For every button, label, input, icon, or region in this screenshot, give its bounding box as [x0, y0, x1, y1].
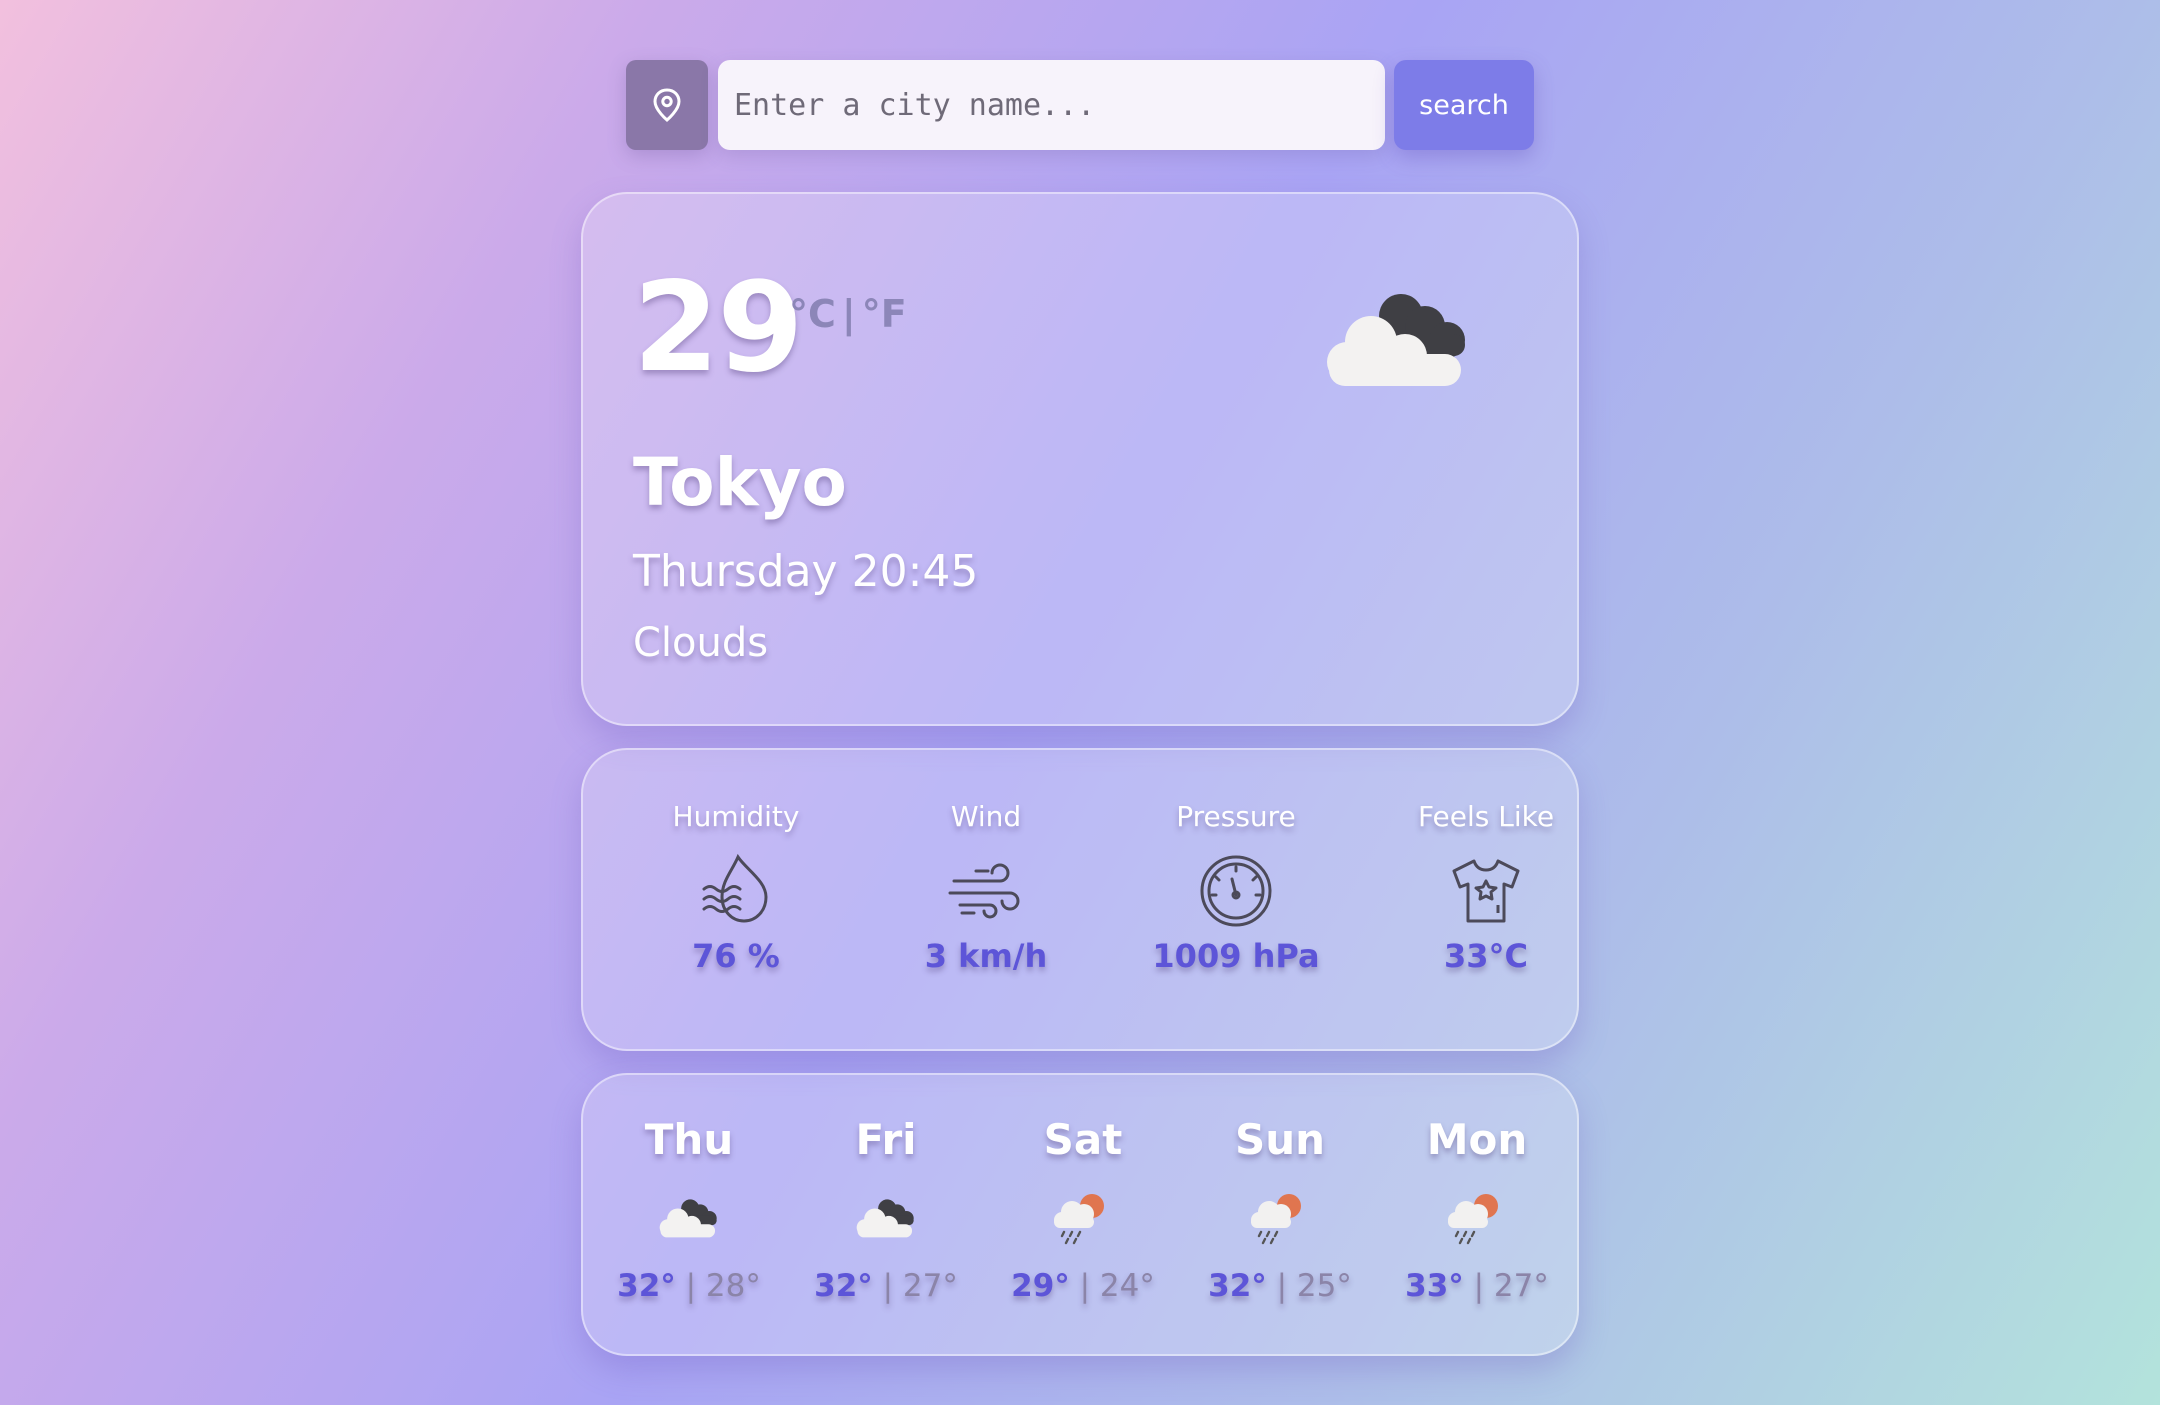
search-bar: search [626, 60, 1534, 150]
forecast-temps: 33° | 27° [1387, 1268, 1567, 1304]
forecast-day: Thu 32° | 28° [599, 1115, 779, 1304]
search-button[interactable]: search [1394, 60, 1534, 150]
wind-value: 3 km/h [924, 937, 1048, 975]
forecast-day: Sat 29° | 24° [993, 1115, 1173, 1304]
forecast-separator: | [1069, 1268, 1100, 1304]
clouds-icon [1323, 284, 1473, 394]
forecast-temps: 32° | 27° [796, 1268, 976, 1304]
feels-like-stat: Feels Like 33°C [1361, 800, 1611, 975]
clouds-icon [659, 1199, 717, 1238]
forecast-high: 32° [1208, 1268, 1267, 1304]
forecast-low: 27° [1493, 1268, 1549, 1304]
feels-like-label: Feels Like [1417, 800, 1555, 833]
pressure-gauge-icon [1200, 855, 1272, 927]
forecast-day: Fri 32° | 27° [796, 1115, 976, 1304]
forecast-separator: | [675, 1268, 706, 1304]
city-search-input[interactable] [718, 60, 1385, 150]
feels-like-value: 33°C [1443, 937, 1528, 975]
forecast-low: 27° [902, 1268, 958, 1304]
clouds-icon [856, 1199, 914, 1238]
forecast-day-name: Sat [1043, 1115, 1123, 1164]
date-time: Thursday 20:45 [633, 546, 979, 597]
sun-cloud-rain-icon [1048, 1190, 1118, 1246]
forecast-day-name: Thu [644, 1115, 734, 1164]
forecast-low: 25° [1296, 1268, 1352, 1304]
wind-label: Wind [950, 800, 1022, 833]
forecast-day-name: Mon [1426, 1115, 1528, 1164]
forecast-low: 28° [705, 1268, 761, 1304]
tshirt-icon [1452, 859, 1520, 923]
humidity-icon [702, 853, 768, 923]
current-weather-card: 29 °C | °F Tokyo Thursday 20:45 Clouds [581, 192, 1579, 726]
wind-stat: Wind 3 km/h [861, 800, 1111, 975]
humidity-value: 76 % [692, 937, 780, 975]
wind-icon [948, 863, 1020, 919]
forecast-day-name: Fri [855, 1115, 917, 1164]
unit-separator: | [841, 292, 856, 336]
pressure-stat: Pressure 1009 hPa [1111, 800, 1361, 975]
sun-cloud-rain-icon [1442, 1190, 1512, 1246]
forecast-high: 32° [814, 1268, 873, 1304]
forecast-temps: 32° | 25° [1190, 1268, 1370, 1304]
forecast-low: 24° [1099, 1268, 1155, 1304]
forecast-separator: | [1463, 1268, 1494, 1304]
humidity-label: Humidity [672, 800, 800, 833]
forecast-high: 32° [617, 1268, 676, 1304]
unit-toggle: °C | °F [789, 292, 907, 336]
pressure-label: Pressure [1176, 800, 1296, 833]
city-name: Tokyo [633, 444, 847, 521]
sun-cloud-rain-icon [1245, 1190, 1315, 1246]
forecast-temps: 29° | 24° [993, 1268, 1173, 1304]
weather-app: search 29 °C|°F Tokyo Thursday 20:45 Clo… [0, 0, 2160, 1405]
forecast-temps: 32° | 28° [599, 1268, 779, 1304]
forecast-day: Sun 32° | 25° [1190, 1115, 1370, 1304]
humidity-stat: Humidity 76 % [611, 800, 861, 975]
forecast-high: 33° [1405, 1268, 1464, 1304]
pressure-value: 1009 hPa [1152, 937, 1320, 975]
location-button[interactable] [626, 60, 708, 150]
forecast-separator: | [872, 1268, 903, 1304]
forecast-card: Thu 32° | 28° Fri 32° | 27° Sat 29° | 24… [581, 1073, 1579, 1356]
forecast-day-name: Sun [1234, 1115, 1326, 1164]
forecast-high: 29° [1011, 1268, 1070, 1304]
forecast-separator: | [1266, 1268, 1297, 1304]
fahrenheit-toggle[interactable]: °F [862, 292, 907, 336]
weather-details-card: Humidity 76 % Wind 3 km/h Pressure 1009 … [581, 748, 1579, 1051]
celsius-toggle[interactable]: °C [789, 292, 836, 336]
weather-description: Clouds [633, 620, 769, 666]
map-pin-icon [653, 88, 681, 122]
forecast-day: Mon 33° | 27° [1387, 1115, 1567, 1304]
current-temperature: 29 [633, 256, 804, 400]
